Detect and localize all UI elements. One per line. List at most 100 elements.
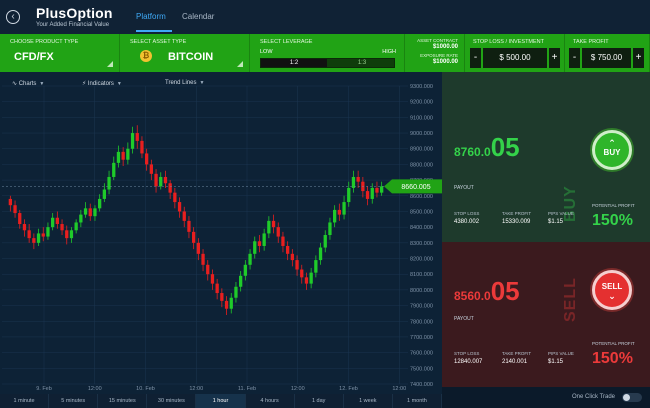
candle-body bbox=[121, 151, 125, 160]
indicators-menu[interactable]: ⚡ Indicators ▼ bbox=[82, 80, 122, 87]
trend-lines-menu[interactable]: Trend Lines ▼ bbox=[165, 80, 204, 86]
x-tick-label: 11. Feb bbox=[238, 386, 256, 392]
bitcoin-coin-icon: ₿ bbox=[140, 50, 152, 62]
candle-body bbox=[333, 209, 337, 223]
candle-body bbox=[192, 231, 196, 243]
leverage-low-label: LOW bbox=[260, 49, 273, 55]
stop-loss-label: STOP LOSS / INVESTMENT bbox=[473, 39, 545, 45]
timeframe-1-hour[interactable]: 1 hour bbox=[196, 394, 246, 408]
candle-body bbox=[32, 238, 36, 243]
candle-body bbox=[51, 217, 55, 228]
stop-loss-plus-button[interactable]: + bbox=[549, 48, 560, 68]
timeframe-1-month[interactable]: 1 month bbox=[393, 394, 442, 408]
candle-body bbox=[286, 245, 290, 254]
buy-stop-loss-value: 4380.002 bbox=[454, 219, 480, 225]
buy-take-profit-value: 15330.009 bbox=[502, 219, 531, 225]
trend-lines-menu-label: Trend Lines bbox=[165, 80, 197, 86]
take-profit-input[interactable]: $ 750.00 bbox=[582, 48, 631, 68]
candle-body bbox=[135, 133, 139, 141]
tab-platform[interactable]: Platform bbox=[136, 12, 166, 21]
candle-body bbox=[93, 208, 97, 217]
candle-body bbox=[314, 260, 318, 273]
timeframe-5-minutes[interactable]: 5 minutes bbox=[49, 394, 99, 408]
candle-body bbox=[177, 202, 182, 212]
candle-body bbox=[182, 211, 186, 221]
buy-button-label: BUY bbox=[603, 148, 621, 157]
timeframe-1-week[interactable]: 1 week bbox=[344, 394, 393, 408]
leverage-option-selected[interactable]: 1:2 bbox=[261, 59, 327, 67]
y-tick-label: 9000.000 bbox=[410, 131, 433, 137]
charts-menu[interactable]: ∿ Charts ▼ bbox=[12, 80, 44, 87]
candle-body bbox=[41, 233, 45, 237]
stop-loss-panel: STOP LOSS / INVESTMENT - $ 500.00 + bbox=[465, 34, 565, 72]
timeframe-4-hours[interactable]: 4 hours bbox=[246, 394, 295, 408]
x-tick-label: 12:00 bbox=[189, 386, 203, 392]
y-tick-label: 7400.000 bbox=[410, 382, 433, 388]
asset-type-value: BITCOIN bbox=[168, 51, 214, 63]
candle-body bbox=[69, 230, 74, 239]
candlestick-chart[interactable]: 9300.0009200.0009100.0009000.0008900.000… bbox=[0, 72, 442, 394]
sell-payout-label: PAYOUT bbox=[454, 316, 474, 322]
y-tick-label: 9100.000 bbox=[410, 115, 433, 121]
asset-contract-label: ASSET CONTRACT bbox=[417, 38, 458, 43]
sell-potential-value: 150% bbox=[592, 350, 633, 367]
candle-body bbox=[380, 186, 384, 193]
timeframe-1-minute[interactable]: 1 minute bbox=[0, 394, 50, 408]
stop-loss-minus-button[interactable]: - bbox=[470, 48, 481, 68]
candle-body bbox=[140, 140, 144, 154]
sell-pips-label: PIPS VALUE bbox=[548, 351, 574, 356]
candle-body bbox=[262, 233, 266, 246]
stop-loss-input[interactable]: $ 500.00 bbox=[483, 48, 547, 68]
timeframe-1-day[interactable]: 1 day bbox=[295, 394, 344, 408]
candle-body bbox=[248, 253, 252, 265]
candle-body bbox=[154, 173, 158, 187]
back-arrow-icon[interactable]: ‹ bbox=[6, 10, 20, 24]
exposure-rate-value: $1000.00 bbox=[432, 59, 458, 65]
tab-calendar[interactable]: Calendar bbox=[182, 12, 214, 21]
y-tick-label: 7500.000 bbox=[410, 366, 433, 372]
candle-body bbox=[239, 275, 243, 287]
take-profit-minus-button[interactable]: - bbox=[569, 48, 580, 68]
buy-price-pips: 05 bbox=[490, 132, 520, 162]
y-tick-label: 9200.000 bbox=[410, 100, 433, 106]
leverage-label: SELECT LEVERAGE bbox=[260, 39, 313, 45]
y-tick-label: 8900.000 bbox=[410, 147, 433, 153]
chart-type-icon: ∿ bbox=[12, 81, 18, 87]
dropdown-corner-icon bbox=[107, 61, 113, 67]
leverage-option-other[interactable]: 1:3 bbox=[329, 59, 395, 67]
one-click-trade-label: One Click Trade bbox=[572, 394, 616, 400]
leverage-slider[interactable]: 1:2 1:3 bbox=[260, 58, 395, 68]
logo-name: PlusOption bbox=[36, 5, 113, 21]
timeframe-30-minutes[interactable]: 30 minutes bbox=[147, 394, 197, 408]
buy-stop-loss-label: STOP LOSS bbox=[454, 211, 480, 216]
y-tick-label: 8200.000 bbox=[410, 257, 433, 263]
buy-payout-label: PAYOUT bbox=[454, 185, 474, 191]
chevron-down-icon: ▼ bbox=[199, 80, 205, 86]
candle-body bbox=[27, 230, 31, 239]
price-chart[interactable]: 9300.000 9200.000 9100.000 9000.000 8900.000… bbox=[0, 72, 442, 408]
buy-button[interactable]: ⌃ BUY bbox=[592, 130, 632, 170]
timeframe-15-minutes[interactable]: 15 minutes bbox=[98, 394, 148, 408]
candle-body bbox=[159, 176, 163, 187]
candle-body bbox=[88, 208, 92, 217]
product-type-value: CFD/FX bbox=[14, 51, 54, 63]
sell-pips-value: $1.15 bbox=[548, 359, 564, 365]
asset-type-select[interactable]: SELECT ASSET TYPE ₿ BITCOIN bbox=[120, 34, 250, 72]
buy-price-main: 8760.0 bbox=[454, 145, 491, 159]
take-profit-plus-button[interactable]: + bbox=[633, 48, 644, 68]
y-tick-label: 8400.000 bbox=[410, 225, 433, 231]
candle-body bbox=[215, 283, 219, 294]
candle-body bbox=[102, 189, 106, 199]
candle-body bbox=[267, 220, 271, 234]
candle-body bbox=[342, 202, 346, 215]
y-tick-label: 7600.000 bbox=[410, 351, 433, 357]
candle-body bbox=[116, 151, 121, 163]
candle-body bbox=[271, 220, 276, 228]
candle-body bbox=[224, 300, 229, 309]
candle-body bbox=[196, 242, 200, 254]
candle-body bbox=[328, 222, 332, 235]
one-click-trade-toggle[interactable] bbox=[622, 393, 642, 402]
product-type-select[interactable]: CHOOSE PRODUCT TYPE CFD/FX bbox=[0, 34, 120, 72]
sell-button[interactable]: SELL ⌄ bbox=[592, 270, 632, 310]
candle-body bbox=[60, 224, 64, 231]
